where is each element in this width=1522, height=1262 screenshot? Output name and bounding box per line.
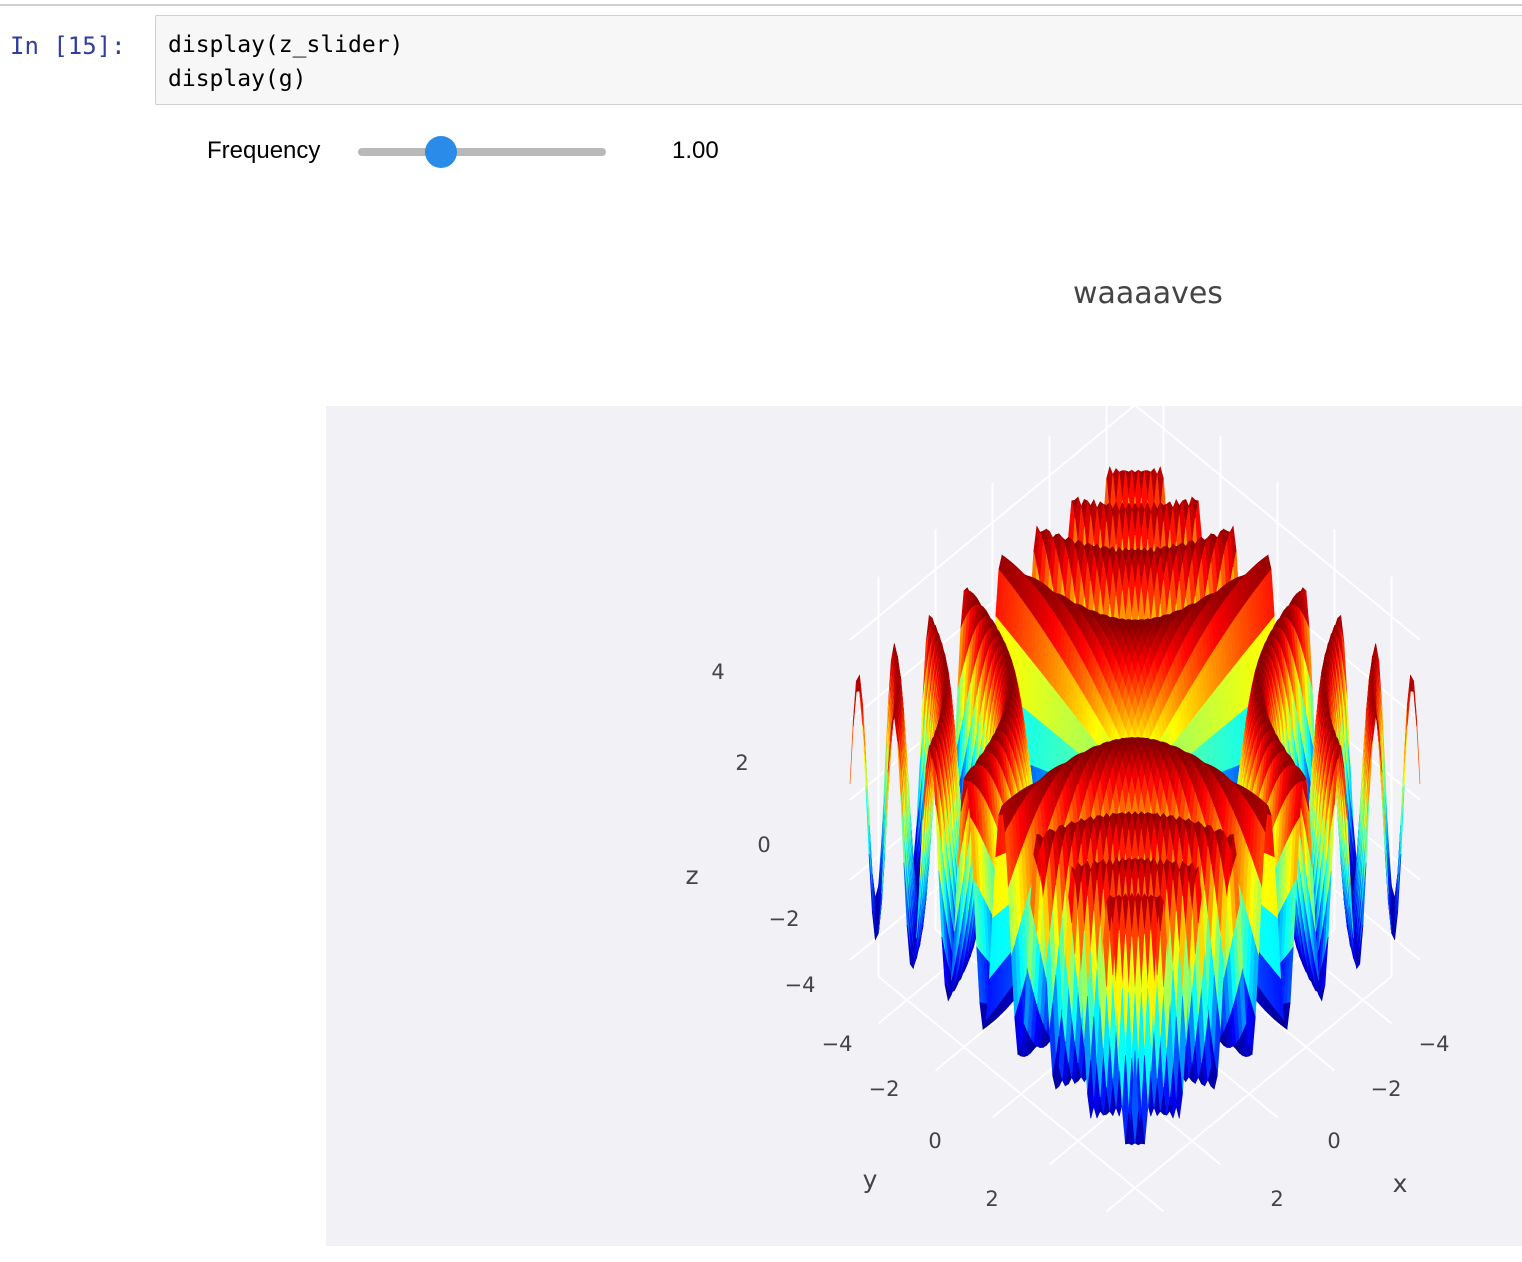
- frequency-slider-track[interactable]: [358, 148, 606, 156]
- surface-plot-area[interactable]: 4 2 0 −2 −4 −4 −2 0 2 −4 −2 0 2 z y x: [326, 406, 1522, 1246]
- surface-plot-svg[interactable]: 420−2−4−4−202−4−202zy x: [326, 406, 1522, 1246]
- top-divider: [0, 4, 1522, 6]
- plot-title: waaaaves: [1073, 276, 1223, 311]
- input-prompt: In [15]:: [10, 32, 126, 60]
- code-cell-input[interactable]: display(z_slider) display(g): [155, 15, 1522, 105]
- frequency-slider-value: 1.00: [672, 137, 719, 164]
- code-line-2[interactable]: display(g): [168, 66, 306, 92]
- frequency-slider-handle[interactable]: [425, 136, 457, 168]
- code-line-1[interactable]: display(z_slider): [168, 32, 403, 58]
- frequency-slider-label: Frequency: [207, 137, 321, 164]
